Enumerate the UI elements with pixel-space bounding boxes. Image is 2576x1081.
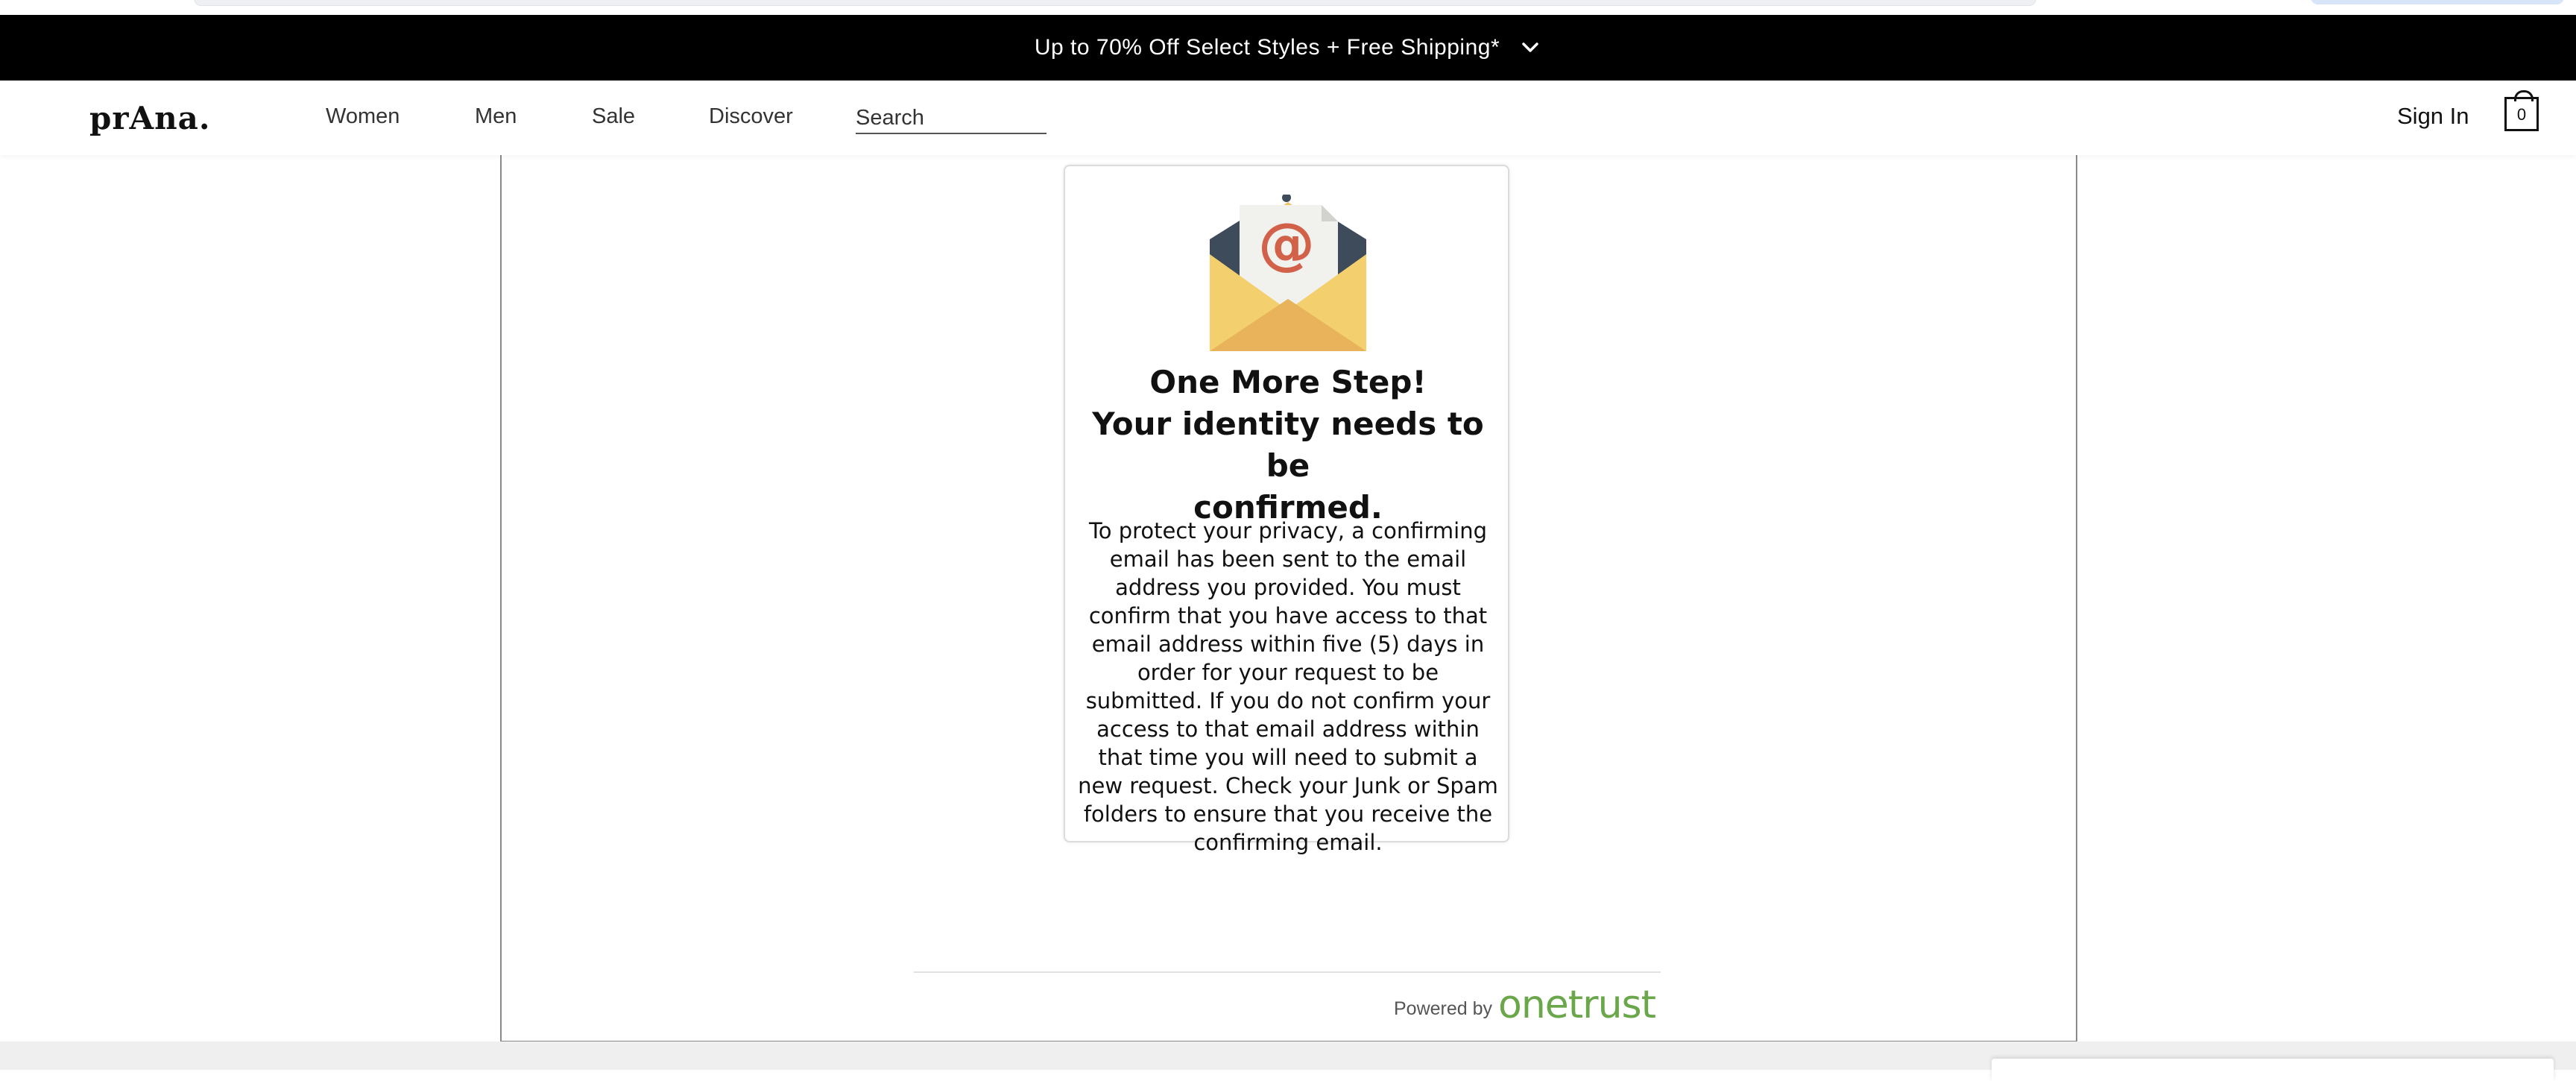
onetrust-logo[interactable]: onetrust (1498, 984, 1656, 1026)
powered-by-label: Powered by (1394, 998, 1493, 1019)
confirmation-message: To protect your privacy, a confirming em… (1078, 518, 1498, 855)
nav-women[interactable]: Women (326, 104, 400, 129)
confirmation-title: One More Step! Your identity needs to be… (1092, 364, 1484, 526)
browser-top-strip (0, 0, 2576, 15)
sign-in-link[interactable]: Sign In (2397, 103, 2469, 130)
nav-discover[interactable]: Discover (709, 104, 793, 129)
prana-logo[interactable]: prAna. (89, 100, 210, 136)
svg-text:@: @ (1258, 210, 1315, 277)
nav-sale[interactable]: Sale (592, 104, 635, 129)
email-envelope-icon: @ (1210, 195, 1366, 351)
cart-bag-button[interactable]: 0 (2504, 90, 2539, 131)
promo-text[interactable]: Up to 70% Off Select Styles + Free Shipp… (1035, 35, 1500, 60)
top-bar-button[interactable] (2311, 0, 2564, 4)
confirmation-card: @ One More Step! Your identity needs to … (1064, 165, 1509, 855)
search-input[interactable] (856, 103, 1046, 134)
chevron-down-icon[interactable] (1519, 37, 1541, 59)
chat-widget-tab[interactable] (1992, 1059, 2554, 1081)
nav-men[interactable]: Men (475, 104, 517, 129)
promo-banner[interactable]: Up to 70% Off Select Styles + Free Shipp… (0, 15, 2576, 81)
powered-by-onetrust[interactable]: Powered by onetrust (1394, 983, 1656, 1026)
footer-divider (914, 971, 1661, 973)
top-bar-pill (194, 0, 2036, 6)
site-header: prAna. Women Men Sale Discover Sign In 0 (0, 81, 2576, 155)
